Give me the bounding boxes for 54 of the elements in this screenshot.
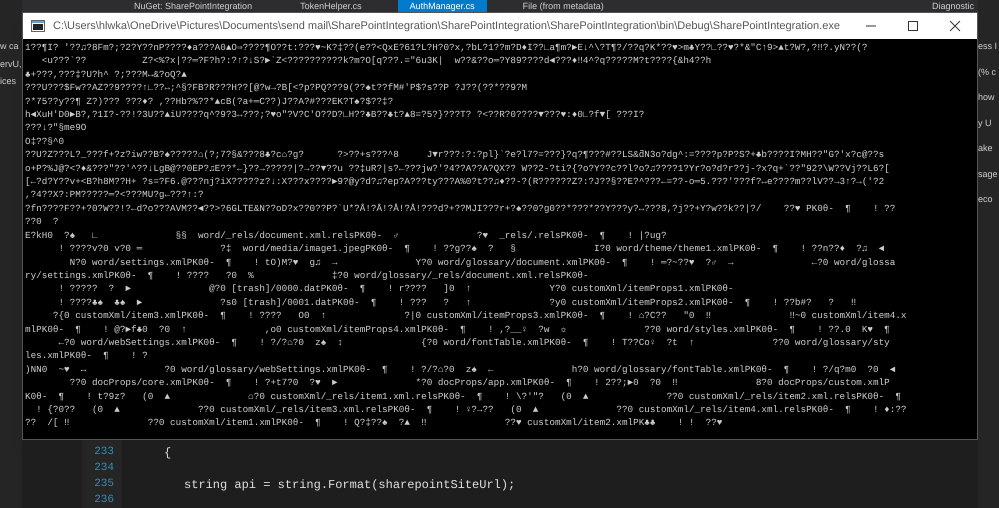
console-output-line: ! ????v?0 v?0 ═ ?‡ word/media/image1.jpegPK0θ- ¶ ! ??g??♠ ? § I?0 word/theme/theme1.xmlPK0θ- ¶ ! ??n??♦ ?♫ ◄ (57, 242, 884, 256)
line-number: 234 (94, 461, 114, 476)
console-output-line: ???↓?"§me9O (25, 121, 86, 135)
console-output-line: ! {?0?? (0 ▲ ??0 customXml/_rels/item3.xml.relsPK0θ- ¶ ! ♀?→?? (0 ▲ ??0 customXml/_rels/item4.xml.relsPK0θ- ¶ ! ♦:?? (35, 402, 906, 416)
panel-text: eco (978, 193, 994, 206)
line-number: 236 (94, 493, 114, 508)
panel-text: sage (978, 168, 999, 181)
console-output-line: ??0 docProps/core.xmlPK0θ- ¶ ! ?+t7?0 ?♥ ► *?0 docProps/app.xmlPK0θ- ¶ ! 2??;►0 ?0 ‼ 8?0 docProps/custom.xmlP (68, 376, 890, 390)
console-output-line: les.xmlPK0θ- ¶ ! ? (25, 349, 148, 363)
panel-text: how (978, 91, 996, 104)
console-output-line: ♣+???,???‡?U?h^ ?;???M↔&?oQ?▲ (25, 68, 187, 82)
console-output-line: O‡??§^0 (25, 134, 64, 148)
console-output-line: ! ????? ? ► @?0 [trash]/0000.datPK0θ- ¶ ! r???? ]0 ↑ Y?0 customXml/itemProps1.xmlPK0θ- (57, 282, 734, 296)
window-title: C:\Users\hlwka\OneDrive\Pictures\Documents\send mail\SharePointIntegration\SharePointIntegration\SharePointIntegration\bin\Debug\SharePointIntegration.exe (53, 18, 841, 34)
console-output-line: E?kH0 ?♠ ∟ §§ word/_rels/document.xml.relsPK0θ- ♂ ?♥ _rels/.relsPK0θ- ¶ ! |?ug? (25, 228, 667, 242)
console-output-line: ???U???$Fw??AZ??9????↑∟??↔;^§?FB?R???H??[@?w→?B[<?p?PQ???9(??♠t??fM#'P$?s??P ?J??(??*??9?M (25, 81, 528, 95)
console-output-line: K0θ- ¶ ! t?9z? (0 ▲ ⌂?0 customXml/_rels/item1.xml.relsPK0θ- ¶ ! \?'"? (0 ▲ ??0 customXml/_rels/item2.xml.relsPK0θ- ¶ (25, 390, 901, 403)
console-output-line: ry/settings.xmlPK0θ- ¶ ! ???? ?0 % ‡?0 word/glossary/_rels/document.xml.relsPK0θ- (25, 268, 588, 282)
panel-text: ervU, (0, 58, 22, 70)
console-output-line: ,?4??X?:PM?????═?<???MU?g←???↑:? (25, 188, 204, 202)
panel-text: ake (978, 142, 994, 155)
line-number: 233 (94, 445, 114, 460)
editor-tab[interactable]: File (from metadata) (510, 0, 616, 12)
line-number: 235 (94, 477, 114, 492)
console-output-line: ??U?Z???L?_???f+?z?iw??B?♠?????⌂(?;7?§&???8♣?c⌂?g? ?>??+s???^8 J▼r???:?:?pl}`?e?l7?=???}?q?¶???#??LS&ƌN3o?dg^:=????p?P?S?+♣b????I?MH??"G?'x?c@??s (25, 148, 884, 162)
console-app-icon (31, 20, 45, 32)
console-output-line: 1??¶I? '??♫?8Fm?;?2?Y??nP????♦a???A0▲O⇒????¶O??t:???♥~K?‡??(e??<QxE?61?L?H?0?x,?bL?1??m?D♦I??∟a¶m?►E↓^\?T¶?/??q?K*??♥>m♣Y??∟??♥?*&"C↑9>▲t?W?,?‼?.yN??(? (25, 41, 868, 54)
console-output-line: ?*75??y??¶ Z?)??? ???♦? ,??Hb?%??*▲cB(?a+═C??)J??A?#???EK?T♠?$??‡? (25, 94, 394, 108)
console-output-line: o+P?%J@?<?♦&???"??'^??↓LgB@??0EP?♫E??*←}??→?????|?→??▼??u ??‡uR?|s?←???jw?'?4??A??A?QX?? W??2-?ti?{?o?Y??c??l?o?♫????1?Yr?o?d?r??j-?x?q+`??"92?\W??Vj??L6?[ (25, 162, 890, 176)
console-output-line: mlPK0θ- ¶ ! @?►f♣0 ?0 ↑ ,o0 customXml/itemProps4.xmlPK0θ- ¶ ! ,?__♀ ?w ☼ ??0 word/styles.xmlPK0θ- ¶ ! ??.0 K♥ ¶ (25, 322, 890, 336)
console-output-line: ←?0 word/webSettings.xmlPK0θ- ¶ ! ?/?⌂?0 z♠ ↕ {?0 word/fontTable.xmlPK0θ- ¶ ! T??Co♀ ?t ↑ ??0 word/glossary/sty (57, 336, 890, 350)
maximize-icon[interactable] (907, 20, 919, 32)
editor-tab[interactable]: AuthManager.cs (398, 0, 487, 12)
panel-text: (% c (978, 66, 997, 79)
panel-text: ices (0, 75, 18, 88)
close-icon[interactable] (949, 20, 961, 32)
panel-text: w ca (0, 40, 20, 53)
panel-text: y U (978, 116, 992, 130)
editor-tab[interactable]: TokenHelper.cs (288, 0, 374, 12)
console-output-line: ! ????♣♠ ♣♠ ► ?s0 [trash]/0001.datPK0θ- ¶ ! ??? ? ↑ ?y0 customXml/itemProps2.xmlPK0θ- ¶ ! ??b#? ? ‼ (57, 296, 856, 310)
panel-title: Diagnostic (932, 0, 974, 12)
console-output-line: N?0 word/settings.xmlPK0θ- ¶ ! tO)M?♥ g♫ → Y?0 word/glossary/document.xmlPK0θ- ¶ ! ═?~??♥ ?♂ → ←?0 word/glossa (68, 256, 896, 269)
code-line: string api = string.Format(sharepointSiteUrl); (184, 478, 516, 492)
console-output-line: )NN0 ~♥ ↔ ?0 word/glossary/webSettings.xmlPK0θ- ¶ ! ?/?⌂?0 z♠ ← h?0 word/glossary/fontTable.xmlPK0θ- ¶ ! ?/q?m0 ?0 ◄ (25, 362, 896, 376)
console-output-line: ?{0 customXml/item3.xmlPK0θ- ¶ ! ???? O0 ↑ ?|0 customXml/itemProps3.xmlPK0θ- ¶ ! ⌂?C?? "0 ‼ ‼~0 customXml/item4.x (52, 309, 906, 323)
panel-text: ess I (978, 40, 998, 53)
console-output-line: ?fn????F??+?0?W??!?←d?o???AVM??◄??>?6GLTE&N??oD?x??0??P?`U*?Å!?Å!?Å!?Å!???d?+??MJI???r+?♠??0?g0??*???*??Y???y?↔???8,?j??+Y?w??k??|?/ ??♥ PK0θ- ¶ ! ?? (25, 202, 896, 216)
code-line: { (164, 446, 172, 460)
console-output-line: h◄XuH'D0►B?,?1I?-??!?3U??▲iU????q^?9?3↔???;?♥o"?V?C'O??D?∟H??♣B??♣t?▲8=?5?}???T? ?<??R?0????▼???♥:♦0∟?f▼[ ???I? (25, 108, 644, 122)
console-output-line: [←?d?Y??v+<B?h8M??H+ ?s=?F6.@???nj?iX?????z?↓:X???x????►9?@y?d?♫?ep?A???ty???A%0?t??♫♦??-?(R??????Z?:?J??§??E?^???←=??-o═5.???'???f?↔e????m??lV??→3↑?→('?2 (25, 175, 884, 188)
console-output-line: <u???`?? Z?<%?x|??═?F?h?:?↑?↓S?►`Z<??????????k?m?O[q???.="6u3K| w??&??o═?Y89????d◄???♦‼4^?q?????M?t????{&h4??h (40, 54, 712, 68)
console-output-line: ??0 ? (25, 215, 58, 229)
editor-tab[interactable]: NuGet: SharePointIntegration (122, 0, 264, 12)
console-output-line: ?? /[ ‼ ??0 customXml/item1.xmlPK0θ- ¶ ! Q?‡??♠ ?▲ ‼ ??♥ customXml/item2.xmlPK♣♣ ! ! ??♥ (25, 416, 722, 430)
